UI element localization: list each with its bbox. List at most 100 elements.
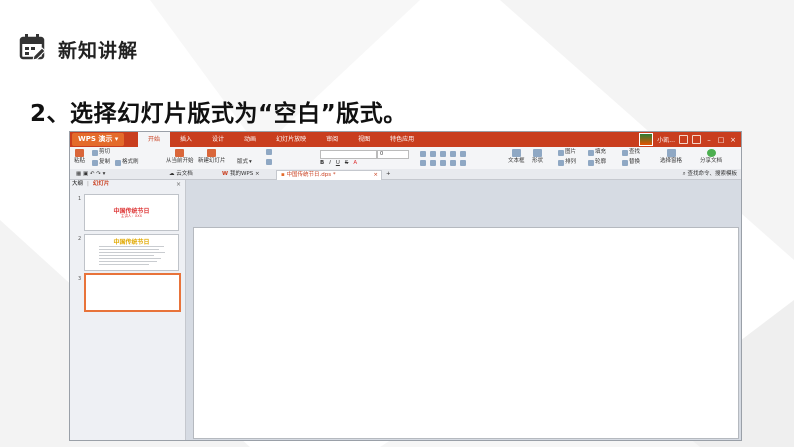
search-icon (622, 149, 628, 156)
shape-icon (533, 149, 542, 157)
app-menu-button[interactable]: WPS 演示 ▾ (72, 133, 125, 146)
format-painter-button[interactable]: 格式刷 (115, 159, 139, 166)
user-name[interactable]: 小凯... (657, 135, 675, 144)
justify-icon[interactable] (450, 160, 456, 166)
tab-outline[interactable]: 大纲 (72, 181, 83, 188)
replace-icon (622, 159, 628, 166)
slide-thumbnail-1[interactable]: 中国传统节日 主讲人：XXX (84, 194, 179, 231)
arrange-button[interactable]: 排列 (558, 159, 576, 166)
outdent-icon[interactable] (450, 151, 456, 157)
text-line (99, 252, 165, 253)
picture-button[interactable]: 图片 (558, 149, 576, 156)
font-family-select[interactable] (320, 150, 377, 159)
new-slide-icon (207, 149, 217, 157)
share-doc-button[interactable]: 分享文档 (700, 149, 722, 165)
help-icon[interactable] (692, 135, 701, 144)
skin-icon[interactable] (679, 135, 688, 144)
outline-icon (588, 159, 594, 166)
tab-design[interactable]: 设计 (202, 132, 234, 147)
close-icon[interactable]: × (176, 181, 181, 188)
quick-access-toolbar[interactable]: ▦ ▣ ↶ ↷ ▾ (72, 170, 109, 179)
bullet-list-icon[interactable] (420, 151, 426, 157)
align-left-icon[interactable] (420, 160, 426, 166)
slide-thumbnail-2[interactable]: 中国传统节日 (84, 234, 179, 271)
reset-button[interactable] (266, 149, 272, 155)
tab-current-document-label: 中国传统节日.dps * (286, 172, 336, 178)
bold-icon[interactable]: B (320, 160, 324, 167)
section-icon (266, 159, 272, 165)
shape-label: 形状 (532, 158, 544, 164)
outline-button[interactable]: 轮廓 (588, 159, 606, 166)
tab-slideshow[interactable]: 幻灯片放映 (266, 132, 316, 147)
tab-cloud-docs[interactable]: ☁ 云文档 (165, 170, 197, 179)
align-right-icon[interactable] (440, 160, 446, 166)
paste-button[interactable]: 粘贴 (74, 149, 85, 165)
ribbon-toolbar: 粘贴 剪切 复制 格式刷 从当前开始 新建幻灯片 版式 ▾ 0 B I U S A (70, 147, 741, 170)
new-slide-button[interactable]: 新建幻灯片 (198, 149, 226, 165)
calendar-icon (19, 34, 46, 61)
avatar[interactable] (639, 133, 654, 146)
slide-thumbnail-3[interactable] (84, 273, 181, 312)
select-pane-label: 选择窗格 (660, 158, 683, 164)
find-button[interactable]: 查找 (622, 149, 640, 156)
tab-view[interactable]: 视图 (348, 132, 380, 147)
fill-icon (588, 149, 594, 156)
indent-icon[interactable] (440, 151, 446, 157)
tab-review[interactable]: 审阅 (316, 132, 348, 147)
cut-button[interactable]: 剪切 (92, 149, 110, 156)
font-size-select[interactable]: 0 (377, 150, 409, 159)
copy-icon (92, 159, 98, 166)
italic-icon[interactable]: I (329, 160, 331, 167)
tab-special[interactable]: 特色应用 (380, 132, 424, 147)
slide-canvas[interactable] (193, 227, 739, 439)
text-line (99, 255, 154, 256)
number-list-icon[interactable] (430, 151, 436, 157)
picture-label: 图片 (565, 149, 577, 155)
textbox-icon (511, 149, 521, 157)
close-icon[interactable]: × (373, 171, 378, 180)
shape-button[interactable]: 形状 (532, 149, 543, 165)
text-direction-icon[interactable] (460, 160, 466, 166)
tab-home[interactable]: 开始 (138, 132, 171, 147)
slide-thumb-subtitle: 主讲人：XXX (120, 214, 143, 218)
layout-button[interactable]: 版式 ▾ (237, 159, 252, 166)
section-button[interactable] (266, 159, 272, 165)
slide-thumb-title: 中国传统节日 (113, 239, 150, 246)
wps-logo-icon: W (222, 171, 230, 177)
copy-button[interactable]: 复制 (92, 159, 110, 166)
close-button[interactable]: × (729, 136, 737, 144)
tab-animation[interactable]: 动画 (234, 132, 266, 147)
maximize-button[interactable]: □ (717, 136, 725, 144)
find-label: 查找 (629, 149, 641, 155)
command-search[interactable]: ⌕ 查找命令、搜索模板 (683, 170, 737, 179)
tab-insert[interactable]: 插入 (170, 132, 202, 147)
line-spacing-icon[interactable] (460, 151, 466, 157)
scissors-icon (92, 149, 98, 156)
copy-label: 复制 (99, 159, 111, 165)
play-icon (175, 149, 185, 157)
slide-number: 1 (78, 196, 82, 202)
select-pane-button[interactable]: 选择窗格 (660, 149, 682, 165)
textbox-label: 文本框 (508, 158, 525, 164)
align-center-icon[interactable] (430, 160, 436, 166)
reset-icon (266, 149, 272, 155)
from-current-label: 从当前开始 (166, 158, 194, 164)
close-icon[interactable]: × (253, 171, 260, 177)
divider: | (87, 181, 89, 187)
tab-slides[interactable]: 幻灯片 (93, 181, 110, 188)
tab-my-wps[interactable]: W 我的WPS × (218, 170, 264, 179)
strike-icon[interactable]: S (345, 160, 349, 167)
tab-my-wps-label: 我的WPS (229, 171, 254, 177)
font-style-group: B I U S A (320, 160, 357, 167)
tab-current-document[interactable]: ▪ 中国传统节日.dps * × (276, 170, 382, 180)
font-color-icon[interactable]: A (353, 160, 357, 167)
underline-icon[interactable]: U (336, 160, 340, 167)
from-current-button[interactable]: 从当前开始 (166, 149, 194, 165)
minimize-button[interactable]: – (705, 136, 713, 144)
replace-button[interactable]: 替换 (622, 159, 640, 166)
arrange-label: 排列 (565, 159, 577, 165)
add-tab-button[interactable]: + (382, 170, 395, 179)
replace-label: 替换 (629, 159, 641, 165)
fill-button[interactable]: 填充 (588, 149, 606, 156)
textbox-button[interactable]: 文本框 (508, 149, 525, 165)
